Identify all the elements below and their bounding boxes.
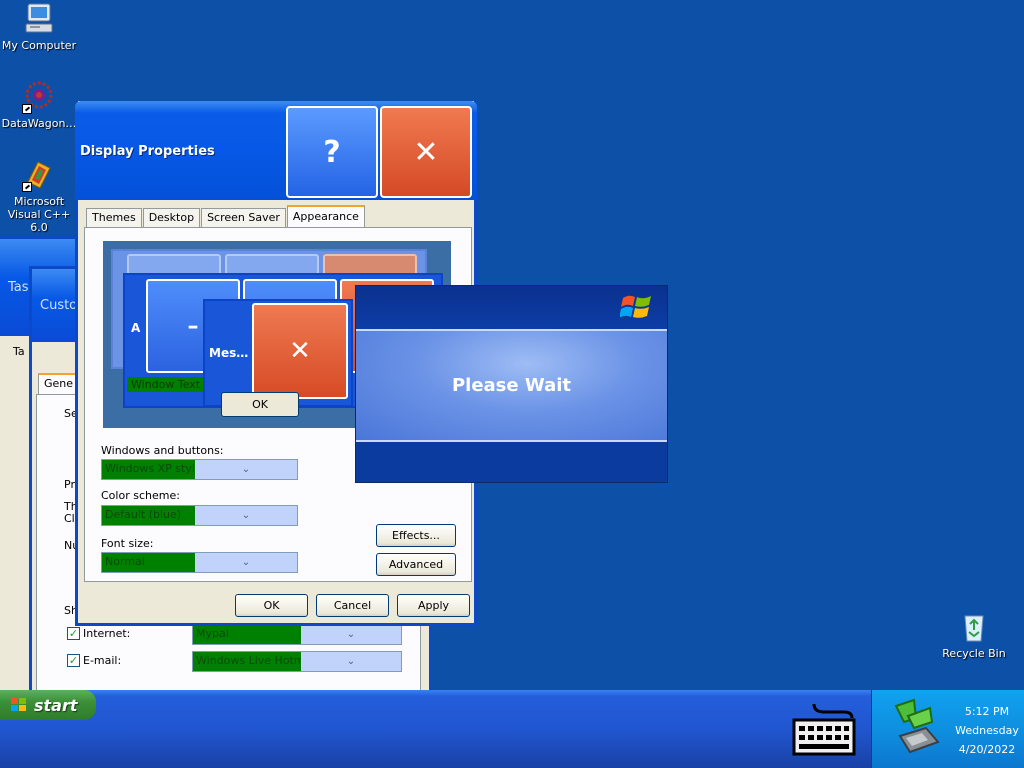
preview-ok-button: OK xyxy=(221,392,299,417)
dialog-titlebar[interactable]: Display Properties ? ✕ xyxy=(75,101,477,200)
desktop-icon-datawagon[interactable]: DataWagon… xyxy=(0,80,78,130)
splash-message: Please Wait xyxy=(356,329,667,442)
shortcut-arrow-icon xyxy=(22,182,32,192)
close-button[interactable]: ✕ xyxy=(380,106,472,198)
clock-date: 4/20/2022 xyxy=(958,743,1016,756)
preview-message-close: ✕ xyxy=(252,303,348,399)
dialog-title: Display Properties xyxy=(80,144,215,159)
chevron-down-icon[interactable]: ⌄ xyxy=(195,553,297,572)
my-computer-label: My Computer xyxy=(1,39,77,52)
recycle-bin-label: Recycle Bin xyxy=(942,647,1006,660)
ok-button[interactable]: OK xyxy=(235,594,308,617)
splash-footer xyxy=(356,442,667,482)
apply-button[interactable]: Apply xyxy=(397,594,470,617)
email-label: E-mail: xyxy=(83,654,122,667)
clock[interactable]: 5:12 PM Wednesday 4/20/2022 xyxy=(952,702,1022,759)
tab-appearance[interactable]: Appearance xyxy=(286,205,365,229)
chevron-down-icon[interactable]: ⌄ xyxy=(195,460,297,479)
windows-buttons-combo[interactable]: Windows XP style ⌄ xyxy=(101,459,298,480)
preview-message-title: Mes… xyxy=(209,346,249,360)
visual-cpp-icon xyxy=(22,158,56,192)
font-size-value: Normal xyxy=(102,553,195,572)
clock-day: Wednesday xyxy=(955,724,1019,737)
start-label: start xyxy=(34,695,78,715)
fragment-pr: Pr xyxy=(64,478,75,491)
email-checkbox[interactable]: ✓ xyxy=(67,654,80,667)
please-wait-splash: Please Wait xyxy=(355,285,668,483)
recycle-bin-icon xyxy=(957,610,991,644)
preview-inactive-title: A xyxy=(131,321,141,335)
desktop-icon-recycle-bin[interactable]: Recycle Bin xyxy=(935,610,1013,660)
chevron-down-icon[interactable]: ⌄ xyxy=(301,652,401,671)
chevron-down-icon[interactable]: ⌄ xyxy=(195,506,297,525)
desktop-icon-my-computer[interactable]: My Computer xyxy=(0,2,78,52)
shortcut-arrow-icon xyxy=(22,104,32,114)
my-computer-icon xyxy=(22,2,56,36)
internet-combo[interactable]: Mypal ⌄ xyxy=(192,624,402,645)
windows-buttons-value: Windows XP style xyxy=(102,460,195,479)
help-icon: ? xyxy=(323,134,341,170)
windows-buttons-label: Windows and buttons: xyxy=(101,444,224,457)
keyboard-icon[interactable] xyxy=(792,700,856,758)
tab-desktop[interactable]: Desktop xyxy=(142,208,201,229)
font-size-combo[interactable]: Normal ⌄ xyxy=(101,552,298,573)
datawagon-label: DataWagon… xyxy=(1,117,77,130)
datawagon-icon xyxy=(22,80,56,114)
system-tray: 5:12 PM Wednesday 4/20/2022 xyxy=(871,690,1024,768)
tab-strip: Themes Desktop Screen Saver Appearance xyxy=(86,205,366,229)
clock-time: 5:12 PM xyxy=(964,705,1010,718)
taskbar: start 5:12 PM Wednesday 4/20/2022 xyxy=(0,690,1024,768)
general-tab[interactable]: Gene xyxy=(38,373,80,395)
preview-message-window: Mes… ✕ xyxy=(203,299,353,407)
color-scheme-value: Default (blue) xyxy=(102,506,195,525)
start-button[interactable]: start xyxy=(0,690,96,720)
cancel-button[interactable]: Cancel xyxy=(316,594,389,617)
email-value: Windows Live Hotmai xyxy=(193,652,301,671)
chevron-down-icon[interactable]: ⌄ xyxy=(301,625,401,644)
email-combo[interactable]: Windows Live Hotmai ⌄ xyxy=(192,651,402,672)
internet-checkbox[interactable]: ✓ xyxy=(67,627,80,640)
desktop-icon-visual-cpp[interactable]: Microsoft Visual C++ 6.0 xyxy=(0,158,78,234)
help-button[interactable]: ? xyxy=(286,106,378,198)
tab-themes[interactable]: Themes xyxy=(86,208,142,229)
windows-flag-icon xyxy=(11,698,26,711)
splash-header xyxy=(356,286,667,329)
advanced-button[interactable]: Advanced xyxy=(376,553,456,576)
color-scheme-label: Color scheme: xyxy=(101,489,180,502)
network-icon[interactable] xyxy=(882,696,946,760)
close-icon: ✕ xyxy=(413,134,439,170)
color-scheme-combo[interactable]: Default (blue) ⌄ xyxy=(101,505,298,526)
tab-screen-saver[interactable]: Screen Saver xyxy=(201,208,286,229)
effects-button[interactable]: Effects... xyxy=(376,524,456,547)
visual-cpp-label: Microsoft Visual C++ 6.0 xyxy=(7,195,71,234)
font-size-label: Font size: xyxy=(101,537,154,550)
internet-label: Internet: xyxy=(83,627,131,640)
fragment-cl: Cl xyxy=(64,512,75,525)
internet-value: Mypal xyxy=(193,625,301,644)
background-tab[interactable]: Ta xyxy=(13,345,25,358)
windows-flag-icon xyxy=(620,295,651,318)
